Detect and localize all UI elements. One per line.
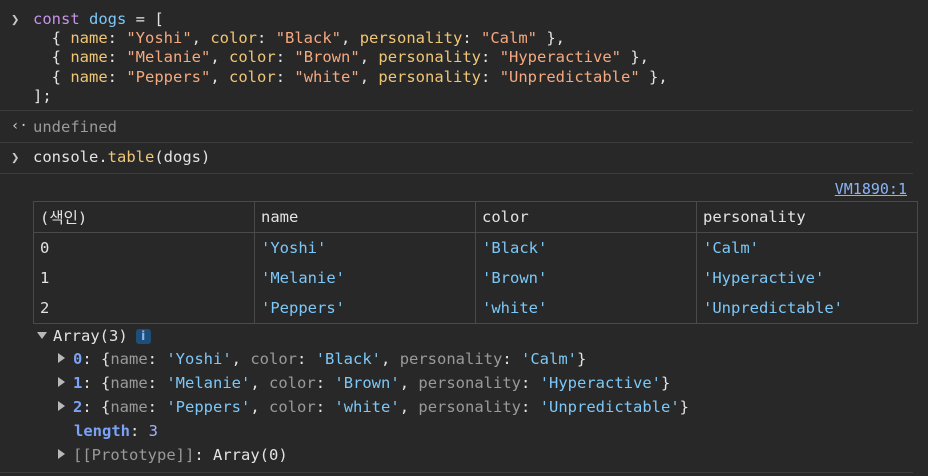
string-value: "Peppers" bbox=[126, 67, 211, 86]
length-value: 3 bbox=[148, 422, 159, 440]
array-tree-header[interactable]: Array(3) i bbox=[37, 324, 151, 348]
table-row: 2 'Peppers' 'white' 'Unpredictable' bbox=[33, 293, 918, 324]
console-input-2[interactable]: console.table(dogs) bbox=[33, 148, 210, 167]
table-cell: 0 bbox=[33, 232, 255, 263]
prop-key: color bbox=[269, 398, 316, 416]
prop-key: personality bbox=[378, 67, 482, 86]
column-header-index[interactable]: (색인) bbox=[33, 201, 255, 233]
collapse-triangle-icon[interactable] bbox=[58, 449, 65, 459]
prop-key: personality bbox=[418, 398, 522, 416]
prop-key: name bbox=[110, 398, 148, 416]
separator bbox=[0, 142, 913, 143]
return-arrow-icon: ‹· bbox=[11, 118, 28, 134]
string-value: 'white' bbox=[334, 398, 400, 416]
table-cell: 'Black' bbox=[475, 232, 697, 263]
assign-open: = [ bbox=[126, 10, 164, 28]
collapse-triangle-icon[interactable] bbox=[58, 353, 65, 363]
string-value: "Unpredictable" bbox=[499, 67, 640, 86]
prop-key: name bbox=[110, 350, 148, 368]
function-name: table bbox=[107, 148, 155, 166]
table-cell: 'Melanie' bbox=[254, 263, 476, 293]
prototype-value: Array(0) bbox=[213, 446, 288, 464]
string-value: 'Hyperactive' bbox=[539, 374, 662, 392]
tree-item-1[interactable]: 1: {name: 'Melanie', color: 'Brown', per… bbox=[58, 371, 670, 395]
item-index: 0 bbox=[73, 350, 83, 368]
string-value: "Hyperactive" bbox=[499, 48, 622, 67]
string-value: "Yoshi" bbox=[126, 29, 192, 48]
prop-key: color bbox=[229, 67, 276, 86]
table-cell: 'Unpredictable' bbox=[696, 293, 918, 324]
string-value: "Melanie" bbox=[126, 48, 211, 67]
prototype-key: [[Prototype]] bbox=[73, 446, 195, 464]
string-value: "white" bbox=[294, 67, 360, 86]
string-value: "Black" bbox=[275, 29, 342, 48]
tree-length: length: 3 bbox=[74, 422, 159, 440]
tree-item-0[interactable]: 0: {name: 'Yoshi', color: 'Black', perso… bbox=[58, 347, 586, 371]
tree-item-2[interactable]: 2: {name: 'Peppers', color: 'white', per… bbox=[58, 395, 689, 419]
table-cell: 'Yoshi' bbox=[254, 232, 476, 263]
table-cell: 'Calm' bbox=[696, 232, 918, 263]
prop-key: name bbox=[70, 67, 108, 86]
variable-name: dogs bbox=[89, 10, 127, 28]
separator bbox=[0, 472, 913, 473]
prop-key: color bbox=[229, 48, 276, 67]
collapse-triangle-icon[interactable] bbox=[58, 377, 65, 387]
string-value: "Calm" bbox=[481, 29, 538, 48]
table-cell: 'Hyperactive' bbox=[696, 263, 918, 293]
table-cell: 1 bbox=[33, 263, 255, 293]
console-input-1[interactable]: const dogs = [ { name: "Yoshi", color: "… bbox=[33, 10, 668, 106]
array-label: Array(3) bbox=[53, 327, 128, 345]
console-table: (색인) name color personality 0 'Yoshi' 'B… bbox=[33, 201, 918, 324]
string-value: 'Peppers' bbox=[166, 398, 251, 416]
table-header-row: (색인) name color personality bbox=[33, 201, 918, 233]
item-index: 2 bbox=[73, 398, 83, 416]
column-header-name[interactable]: name bbox=[254, 201, 476, 233]
column-header-color[interactable]: color bbox=[475, 201, 697, 233]
source-link[interactable]: VM1890:1 bbox=[835, 180, 907, 198]
table-row: 0 'Yoshi' 'Black' 'Calm' bbox=[33, 232, 918, 263]
array-close: ]; bbox=[33, 86, 52, 105]
separator bbox=[0, 173, 913, 174]
prop-key: name bbox=[110, 374, 148, 392]
dot: . bbox=[98, 148, 108, 166]
table-row: 1 'Melanie' 'Brown' 'Hyperactive' bbox=[33, 263, 918, 293]
table-cell: 'white' bbox=[475, 293, 697, 324]
chevron-right-icon: ❯ bbox=[11, 150, 20, 166]
string-value: "Brown" bbox=[294, 48, 360, 67]
string-value: 'Black' bbox=[315, 350, 382, 368]
column-header-personality[interactable]: personality bbox=[696, 201, 918, 233]
prop-key: color bbox=[269, 374, 316, 392]
chevron-right-icon: ❯ bbox=[11, 12, 20, 28]
keyword: const bbox=[33, 10, 80, 28]
length-key: length bbox=[74, 422, 130, 440]
string-value: 'Melanie' bbox=[166, 374, 251, 392]
separator bbox=[0, 110, 913, 111]
table-cell: 'Brown' bbox=[475, 263, 697, 293]
undefined-text: undefined bbox=[33, 118, 117, 136]
prop-key: name bbox=[70, 48, 108, 67]
string-value: 'Yoshi' bbox=[166, 350, 232, 368]
prop-key: personality bbox=[359, 29, 463, 48]
tree-prototype[interactable]: [[Prototype]]: Array(0) bbox=[58, 443, 288, 467]
info-icon[interactable]: i bbox=[135, 329, 151, 344]
console-result-1: undefined bbox=[33, 118, 117, 137]
string-value: 'Calm' bbox=[521, 350, 578, 368]
collapse-triangle-icon[interactable] bbox=[58, 401, 65, 411]
table-cell: 2 bbox=[33, 293, 255, 324]
prop-key: color bbox=[250, 350, 298, 368]
function-args: (dogs) bbox=[154, 148, 211, 166]
prop-key: personality bbox=[418, 374, 522, 392]
string-value: 'Brown' bbox=[334, 374, 400, 392]
item-index: 1 bbox=[73, 374, 83, 392]
string-value: 'Unpredictable' bbox=[539, 398, 680, 416]
prop-key: personality bbox=[378, 48, 482, 67]
prop-key: personality bbox=[399, 350, 503, 368]
table-cell: 'Peppers' bbox=[254, 293, 476, 324]
expand-triangle-icon[interactable] bbox=[37, 332, 47, 339]
prop-key: color bbox=[210, 29, 258, 48]
prop-key: name bbox=[70, 29, 108, 48]
console-object: console bbox=[33, 148, 99, 166]
